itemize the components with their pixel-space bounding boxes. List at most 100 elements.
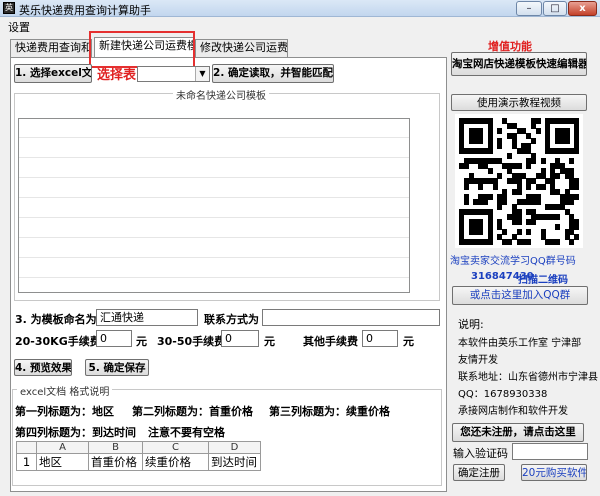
chevron-down-icon[interactable]: ▼ <box>195 67 209 81</box>
qr-module <box>463 198 469 205</box>
qr-module <box>487 168 493 175</box>
info-line-3: 联系地址：山东省德州市宁津县 <box>458 372 598 383</box>
format-line-col1: 第一列标题为：地区 <box>15 405 114 418</box>
save-button[interactable]: 5. 确定保存 <box>85 359 149 376</box>
contact-label: 联系方式为 <box>204 313 259 326</box>
qr-module <box>555 213 560 220</box>
tutorial-video-button[interactable]: 使用演示教程视频 <box>451 94 587 111</box>
preview-button[interactable]: 4. 预览效果 <box>14 359 72 376</box>
qr-module <box>502 198 508 205</box>
maximize-button[interactable]: □ <box>543 1 567 16</box>
qr-code-icon <box>459 118 580 245</box>
template-grid[interactable] <box>18 118 410 293</box>
grid-row-line <box>19 217 409 218</box>
qr-module <box>569 198 575 205</box>
qr-module <box>574 233 580 240</box>
register-button[interactable]: 您还未注册，请点击这里 <box>452 423 584 442</box>
sheet-select[interactable]: ▼ <box>137 66 210 82</box>
format-line-col4: 第四列标题为：到达时间 <box>15 426 136 439</box>
qr-module <box>497 173 503 180</box>
fee-20-30-label: 20-30KG手续费 <box>15 335 101 348</box>
confirm-register-button[interactable]: 确定注册 <box>453 464 505 481</box>
other-fee-input[interactable]: 0 <box>362 330 398 347</box>
fee-30-50-label: 30-50手续费 <box>157 335 226 348</box>
qr-module <box>569 158 575 165</box>
qr-module <box>516 163 522 170</box>
buy-software-button[interactable]: 20元购买软件 <box>521 464 587 481</box>
qr-module <box>516 188 522 195</box>
qr-module <box>507 238 512 245</box>
qr-module <box>540 158 546 165</box>
select-excel-button[interactable]: 1. 选择excel文档 <box>14 64 92 83</box>
qr-module <box>516 228 522 235</box>
qr-module <box>535 128 541 135</box>
qr-module <box>555 238 560 245</box>
qr-module <box>535 198 541 205</box>
contact-input[interactable] <box>262 309 440 326</box>
join-qq-group-button[interactable]: 或点击这里加入QQ群 <box>452 286 588 305</box>
qr-module <box>497 203 503 210</box>
table-header-cell <box>16 441 37 454</box>
qr-module <box>564 138 570 145</box>
minimize-button[interactable]: – <box>516 1 542 16</box>
fee-20-30-unit: 元 <box>136 335 147 348</box>
format-line-col3: 第三列标题为：续重价格 <box>269 405 390 418</box>
table-header-cell: B <box>88 441 143 454</box>
format-line-col2: 第二列标题为：首重价格 <box>132 405 253 418</box>
table-cell: 地区 <box>36 453 89 471</box>
grid-row-line <box>19 277 409 278</box>
qr-module <box>526 163 532 170</box>
qr-code <box>455 114 583 248</box>
template-group-title: 未命名快递公司模板 <box>173 87 269 102</box>
format-group-title: excel文档 格式说明 <box>17 383 113 398</box>
table-cell: 续重价格 <box>142 453 209 471</box>
qr-module <box>526 183 532 190</box>
qr-module <box>483 198 488 205</box>
confirm-read-button[interactable]: 2. 确定读取，并智能匹配 <box>212 64 334 83</box>
table-cell: 1 <box>16 453 37 471</box>
grid-row-line <box>19 197 409 198</box>
excel-example-table: A B C D 1 地区 首重价格 续重价格 到达时间 <box>16 441 261 471</box>
qr-module <box>516 218 522 225</box>
taobao-editor-button[interactable]: 淘宝网店快递模板快速编辑器 <box>451 52 587 76</box>
scan-qr-label: 扫描二维码 <box>518 275 568 286</box>
qr-module <box>492 183 498 190</box>
qr-module <box>574 148 580 155</box>
template-name-input[interactable]: 汇通快递 <box>96 309 198 326</box>
grid-row-line <box>19 257 409 258</box>
info-line-4: QQ：1678930338 <box>458 389 548 400</box>
verification-code-label: 输入验证码 <box>453 447 508 460</box>
qq-group-text: 淘宝卖家交流学习QQ群号码 <box>450 256 576 267</box>
qr-module <box>478 228 484 235</box>
info-line-5: 承接网店制作和软件开发 <box>458 406 568 417</box>
qr-module <box>478 138 484 145</box>
qr-module <box>535 118 541 124</box>
table-cell: 到达时间 <box>208 453 261 471</box>
menu-settings[interactable]: 设置 <box>8 19 30 35</box>
qr-module <box>497 128 503 135</box>
close-button[interactable]: x <box>568 1 597 16</box>
verification-code-input[interactable] <box>512 443 588 460</box>
fee-30-50-input[interactable]: 0 <box>221 330 259 347</box>
qr-module <box>555 173 560 180</box>
qr-module <box>463 183 469 190</box>
grid-row-line <box>19 157 409 158</box>
qr-module <box>502 228 508 235</box>
grid-row-line <box>19 237 409 238</box>
select-sheet-label: 选择表 <box>97 68 137 83</box>
tab-edit-template[interactable]: 修改快递公司运费模板 <box>195 39 288 57</box>
qr-module <box>574 223 580 230</box>
tab-query-calc[interactable]: 快递费用查询和计算 <box>10 39 92 57</box>
table-cell: 首重价格 <box>88 453 143 471</box>
qr-module <box>531 218 536 225</box>
qr-module <box>507 153 512 160</box>
qr-module <box>569 238 575 245</box>
grid-row-line <box>19 177 409 178</box>
qr-module <box>526 238 532 245</box>
fee-20-30-input[interactable]: 0 <box>96 330 132 347</box>
qr-module <box>531 138 536 145</box>
info-title: 说明: <box>458 318 484 331</box>
grid-row-line <box>19 137 409 138</box>
qr-module <box>497 143 503 150</box>
table-header-cell: A <box>36 441 89 454</box>
